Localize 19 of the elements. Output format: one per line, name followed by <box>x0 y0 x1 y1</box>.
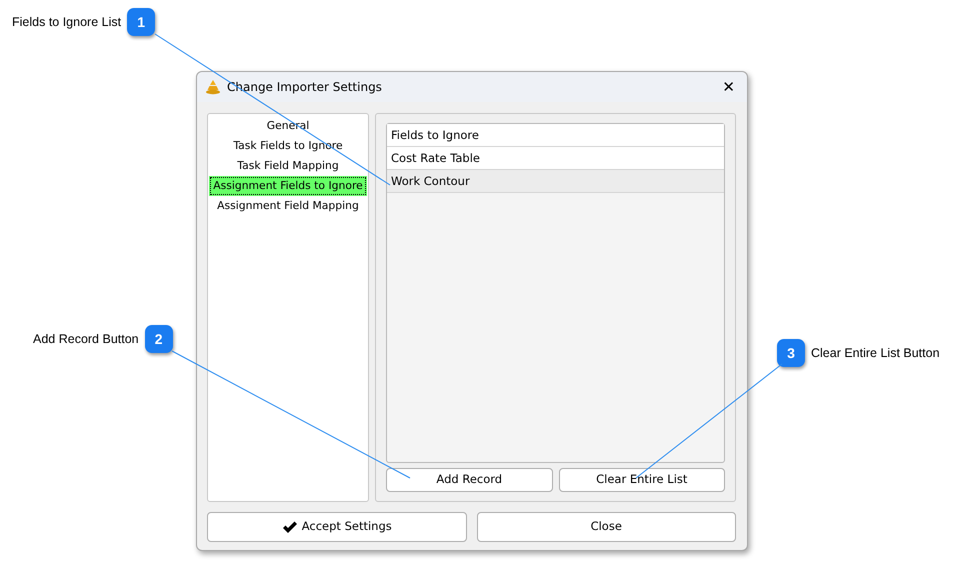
close-dialog-button[interactable]: Close <box>476 512 736 542</box>
close-button[interactable]: ✕ <box>718 80 739 94</box>
callout-badge: 1 <box>127 8 156 36</box>
column-header: Fields to Ignore <box>387 124 724 147</box>
cone-logo-icon <box>205 79 221 95</box>
accept-button[interactable]: Accept Settings <box>207 512 466 542</box>
callout-label: Fields to Ignore List <box>12 14 122 31</box>
sidebar-item[interactable]: Assignment Fields to Ignore <box>209 176 367 196</box>
table-row[interactable]: Work Contour <box>387 170 724 193</box>
clear-list-button[interactable]: Clear Entire List <box>558 468 725 492</box>
sidebar-item[interactable]: Assignment Field Mapping <box>209 196 367 216</box>
add-record-button[interactable]: Add Record <box>386 468 552 492</box>
sidebar-item[interactable]: Task Field Mapping <box>209 156 367 176</box>
callout-label: Clear Entire List Button <box>811 344 940 362</box>
table-row[interactable]: Cost Rate Table <box>387 147 724 170</box>
checkmark-icon <box>282 520 298 534</box>
callout-label: Add Record Button <box>33 330 139 348</box>
callout-badge: 3 <box>777 339 805 367</box>
callout-badge: 2 <box>144 325 173 353</box>
